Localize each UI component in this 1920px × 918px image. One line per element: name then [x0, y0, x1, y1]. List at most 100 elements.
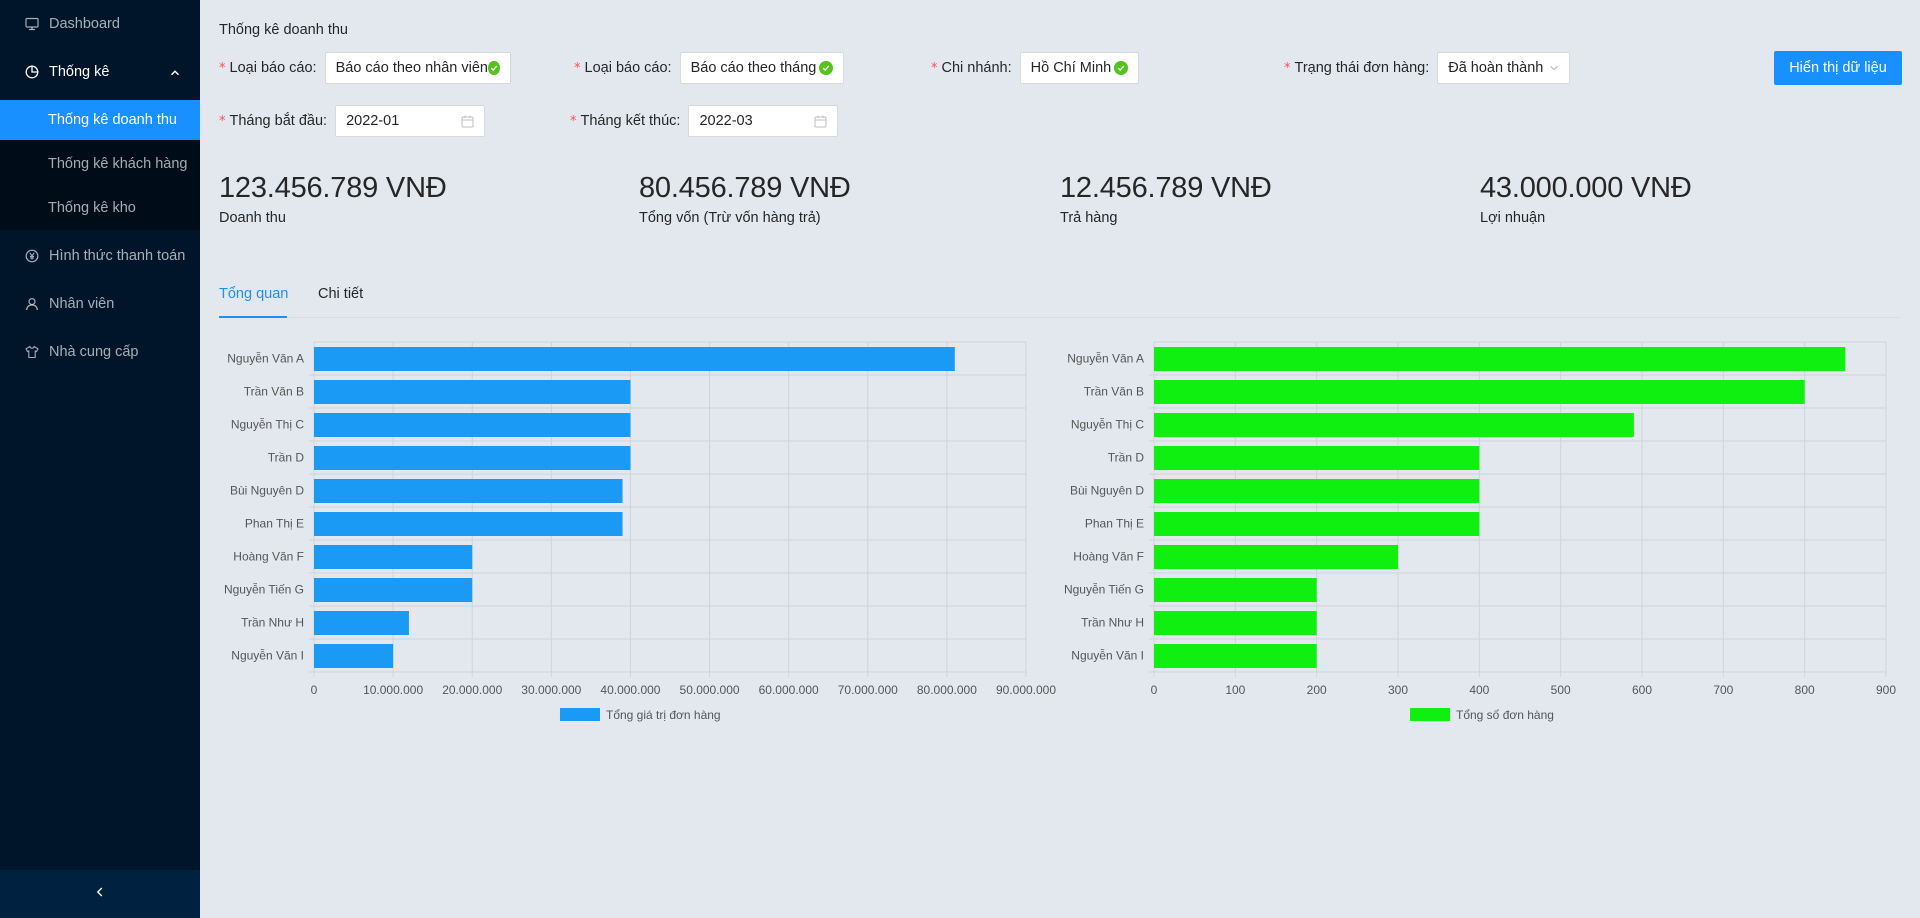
legend-label: Tổng số đơn hàng [1456, 708, 1554, 722]
check-circle-icon [1113, 61, 1128, 75]
y-category-label: Trần Như H [241, 616, 304, 630]
x-tick-label: 30.000.000 [521, 683, 581, 697]
bar [1154, 413, 1634, 437]
x-tick-label: 800 [1795, 683, 1815, 697]
tabs: Tổng quan Chi tiết [219, 276, 1901, 318]
submenu-label: Thống kê kho [48, 200, 136, 216]
tab-tong-quan[interactable]: Tổng quan [219, 286, 288, 302]
stat-label: Tổng vốn (Trừ vốn hàng trả) [639, 210, 821, 226]
y-category-label: Hoàng Văn F [233, 550, 304, 564]
end-month-label: Tháng kết thúc: [580, 113, 681, 129]
chevron-up-icon [170, 66, 180, 82]
x-tick-label: 0 [1151, 683, 1158, 697]
branch-field: * Chi nhánh: Hồ Chí Minh [931, 52, 1139, 84]
stat-profit: 43.000.000 VNĐ Lợi nhuận [1480, 172, 1692, 226]
report-period-label: Loại báo cáo: [584, 60, 672, 76]
start-month-picker[interactable]: 2022-01 [335, 105, 486, 137]
report-period-select[interactable]: Báo cáo theo tháng [679, 52, 844, 84]
sidebar-item-nhan-vien[interactable]: Nhân viên [0, 284, 200, 324]
chart-order-value: 0 10.000.000 20.000.000 30.000.000 40.000.00… [224, 341, 1056, 722]
x-tick-label: 100 [1225, 683, 1245, 697]
submenu-item-thong-ke-doanh-thu[interactable]: Thống kê doanh thu [0, 100, 200, 140]
x-tick-label: 500 [1551, 683, 1571, 697]
submenu-item-thong-ke-kho[interactable]: Thống kê kho [0, 188, 200, 228]
legend-label: Tổng giá trị đơn hàng [606, 708, 721, 722]
required-mark: * [1284, 60, 1291, 76]
report-type-select[interactable]: Báo cáo theo nhân viên [324, 52, 511, 84]
y-category-label: Nguyễn Văn I [231, 648, 304, 663]
branch-label: Chi nhánh: [941, 60, 1012, 76]
sidebar-collapse-button[interactable] [0, 870, 200, 918]
stat-label: Lợi nhuận [1480, 210, 1546, 226]
y-category-label: Trần D [268, 451, 305, 465]
order-status-label: Trạng thái đơn hàng: [1294, 60, 1430, 76]
order-status-value: Đã hoàn thành [1448, 60, 1544, 76]
bar [1154, 545, 1398, 569]
sidebar-item-label: Dashboard [49, 16, 120, 32]
legend-swatch [560, 708, 600, 721]
sidebar-item-nha-cung-cap[interactable]: Nhà cung cấp [0, 332, 200, 372]
stat-total-cost: 80.456.789 VNĐ Tổng vốn (Trừ vốn hàng tr… [639, 172, 851, 226]
stat-value: 80.456.789 VNĐ [639, 172, 851, 204]
y-category-label: Nguyễn Thị C [1071, 417, 1144, 432]
show-data-button[interactable]: Hiển thị dữ liệu [1774, 51, 1902, 85]
report-type-label: Loại báo cáo: [229, 60, 317, 76]
end-month-field: * Tháng kết thúc: 2022-03 [570, 105, 839, 137]
x-tick-label: 400 [1469, 683, 1489, 697]
main-content: Thống kê doanh thu * Loại báo cáo: Báo c… [200, 0, 1920, 918]
bar [1154, 512, 1480, 536]
x-tick-label: 200 [1307, 683, 1327, 697]
page-title: Thống kê doanh thu [219, 22, 348, 38]
branch-value: Hồ Chí Minh [1030, 60, 1112, 76]
pie-chart-icon [24, 65, 39, 80]
stat-value: 43.000.000 VNĐ [1480, 172, 1692, 204]
stat-label: Trả hàng [1060, 210, 1118, 226]
legend-swatch [1410, 708, 1450, 721]
sidebar-item-dashboard[interactable]: Dashboard [0, 4, 200, 44]
chevron-left-icon [94, 886, 106, 902]
start-month-field: * Tháng bắt đầu: 2022-01 [219, 105, 486, 137]
stat-label: Doanh thu [219, 210, 286, 226]
bar [314, 347, 955, 371]
bar [1154, 611, 1317, 635]
bar [1154, 479, 1480, 503]
required-mark: * [219, 113, 226, 129]
required-mark: * [219, 60, 226, 76]
x-tick-label: 300 [1388, 683, 1408, 697]
sidebar-item-label: Hình thức thanh toán [49, 248, 186, 264]
report-period-field: * Loại báo cáo: Báo cáo theo tháng [574, 52, 844, 84]
order-status-select[interactable]: Đã hoàn thành [1437, 52, 1571, 84]
end-month-picker[interactable]: 2022-03 [688, 105, 839, 137]
end-month-value: 2022-03 [699, 113, 753, 129]
sidebar-item-thong-ke[interactable]: Thống kê [0, 52, 200, 92]
x-tick-label: 600 [1632, 683, 1652, 697]
check-circle-icon [487, 61, 500, 75]
x-tick-label: 20.000.000 [442, 683, 502, 697]
bar [314, 611, 409, 635]
bar [1154, 380, 1805, 404]
check-circle-icon [818, 61, 833, 75]
tab-ink-bar [219, 316, 287, 318]
x-tick-label: 40.000.000 [600, 683, 660, 697]
sidebar-item-label: Nhân viên [49, 296, 115, 312]
sidebar-item-hinh-thuc-thanh-toan[interactable]: Hình thức thanh toán [0, 236, 200, 276]
stat-value: 12.456.789 VNĐ [1060, 172, 1272, 204]
x-tick-label: 10.000.000 [363, 683, 423, 697]
submenu-item-thong-ke-khach-hang[interactable]: Thống kê khách hàng [0, 144, 200, 184]
y-category-label: Nguyễn Thị C [231, 417, 304, 432]
y-category-label: Phan Thị E [245, 517, 304, 531]
y-category-label: Phan Thị E [1085, 517, 1144, 531]
x-tick-label: 50.000.000 [680, 683, 740, 697]
tab-chi-tiet[interactable]: Chi tiết [318, 286, 363, 302]
bar [314, 479, 623, 503]
calendar-icon [814, 115, 827, 128]
y-category-label: Trần Văn B [1084, 385, 1144, 399]
sidebar-item-label: Nhà cung cấp [49, 344, 139, 360]
stat-revenue: 123.456.789 VNĐ Doanh thu [219, 172, 447, 226]
x-tick-label: 60.000.000 [759, 683, 819, 697]
x-tick-label: 80.000.000 [917, 683, 977, 697]
x-tick-label: 70.000.000 [838, 683, 898, 697]
x-tick-label: 0 [311, 683, 318, 697]
chevron-down-icon [1549, 63, 1559, 73]
branch-select[interactable]: Hồ Chí Minh [1019, 52, 1139, 84]
